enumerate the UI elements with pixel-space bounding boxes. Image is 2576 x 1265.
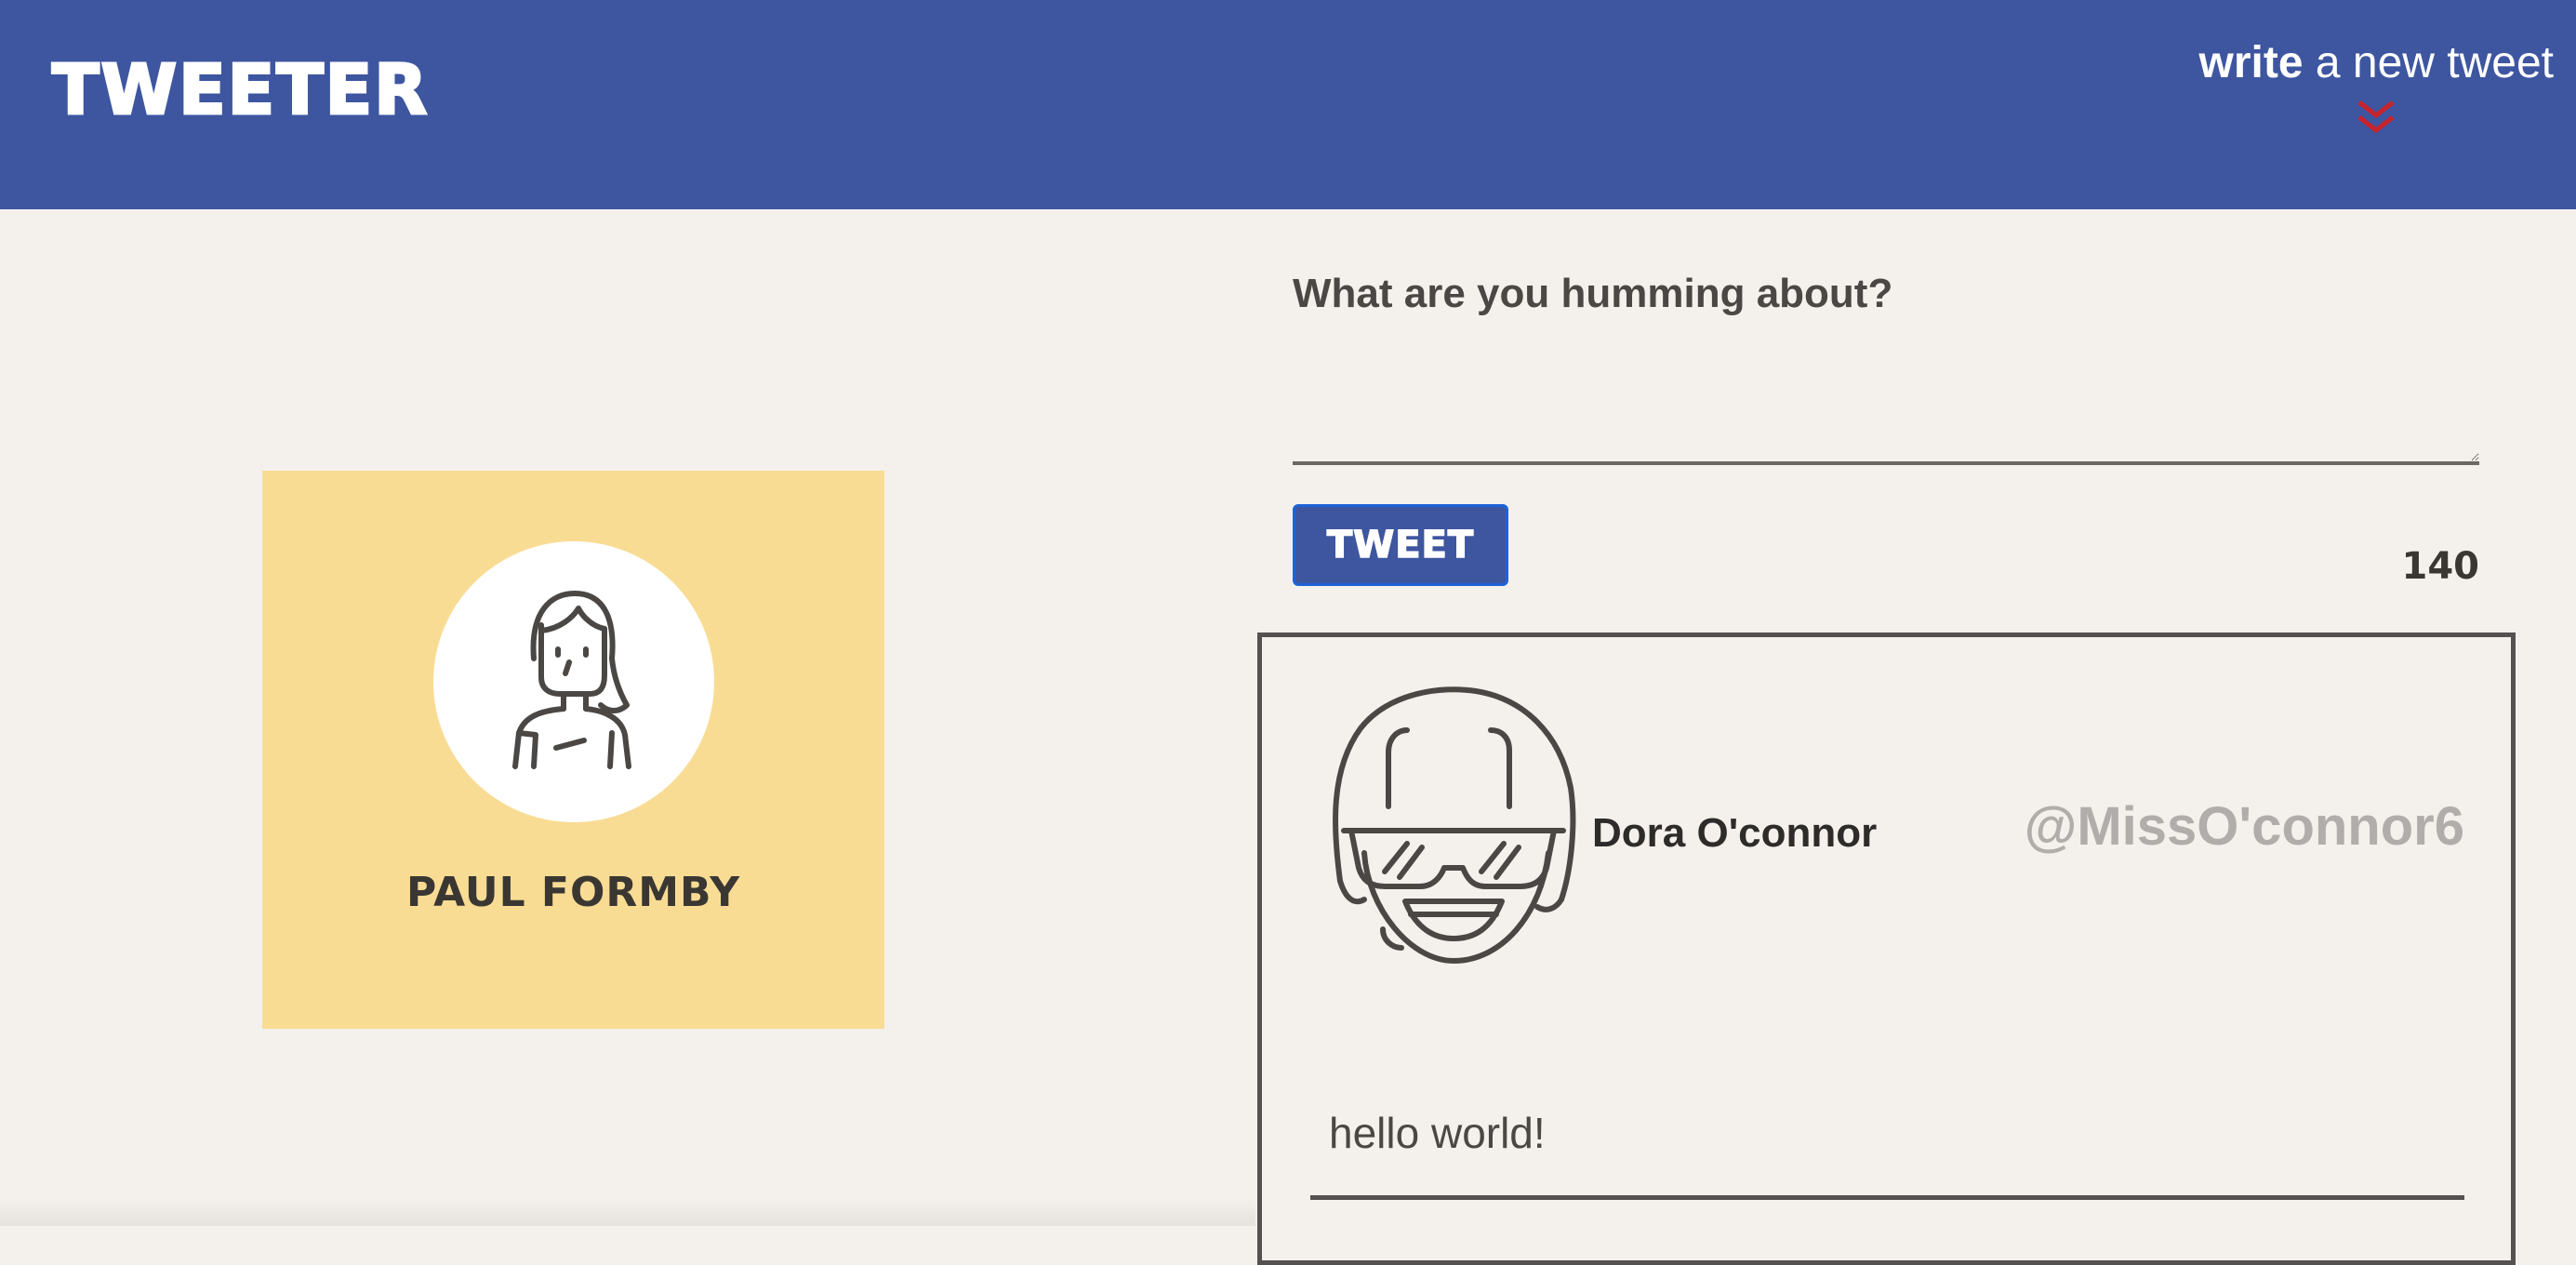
person-avatar-icon	[512, 591, 631, 769]
tweet-prompt-label: What are you humming about?	[1293, 271, 1893, 316]
double-chevron-down-icon[interactable]	[2356, 97, 2397, 138]
write-label-rest: a new tweet	[2303, 38, 2554, 87]
goggles-face-avatar-icon	[1333, 686, 1576, 964]
tweet-content: hello world!	[1329, 1109, 1546, 1157]
tweet-textarea[interactable]	[1293, 363, 2479, 465]
brand-logo[interactable]: TWEETER	[50, 55, 429, 126]
avatar	[433, 541, 714, 822]
tweet-author-name: Dora O'connor	[1592, 810, 1878, 856]
char-counter: 140	[2401, 545, 2480, 588]
write-new-tweet-label[interactable]: write a new tweet	[2198, 41, 2554, 86]
page-bottom-shadow	[0, 1198, 1255, 1226]
tweet-submit-button[interactable]: TWEET	[1293, 504, 1508, 586]
profile-name: PAUL FORMBY	[405, 869, 741, 916]
top-nav: TWEETER write a new tweet	[0, 0, 2576, 209]
profile-card: PAUL FORMBY	[262, 471, 884, 1029]
write-label-bold: write	[2198, 38, 2304, 87]
tweet-author-handle: @MissO'connor6	[2024, 796, 2464, 857]
new-tweet-form: What are you humming about? TWEET 140	[1293, 270, 2479, 588]
tweet-divider	[1310, 1195, 2464, 1200]
tweet-card: Dora O'connor @MissO'connor6 hello world…	[1257, 632, 2516, 1265]
write-new-tweet-toggle[interactable]: write a new tweet	[2198, 41, 2554, 138]
